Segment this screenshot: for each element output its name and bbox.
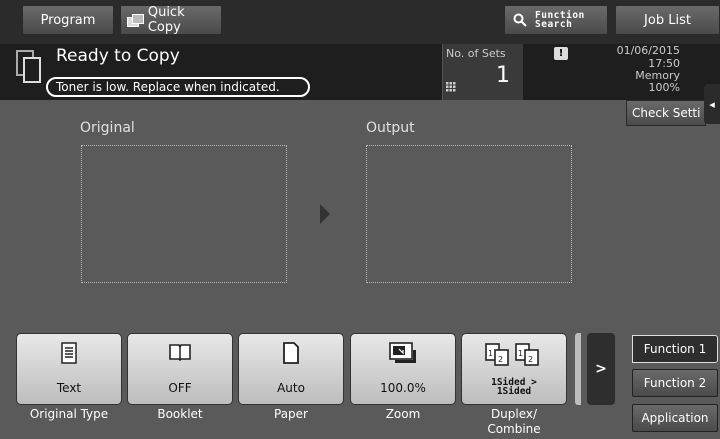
side-panel-tab[interactable]: ◂ <box>704 84 720 124</box>
function-1-tab[interactable]: Function 1 <box>632 335 718 363</box>
status-title: Ready to Copy <box>56 46 180 66</box>
svg-text:2: 2 <box>528 355 533 364</box>
function-search-button[interactable]: Function Search <box>504 5 608 35</box>
program-button[interactable]: Program <box>22 5 114 35</box>
original-type-key[interactable]: Text <box>16 333 122 405</box>
original-preview <box>81 145 287 283</box>
sets-value: 1 <box>496 63 510 88</box>
copy-icon <box>127 14 144 27</box>
collapse-arrow-icon: ◂ <box>709 97 715 111</box>
application-tab[interactable]: Application <box>632 404 718 432</box>
duplex-icon: 2 1 2 1 <box>485 343 539 366</box>
next-keys-button[interactable]: > <box>587 333 615 405</box>
check-settings-button[interactable]: Check Setti <box>626 100 706 126</box>
paper-label: Paper <box>274 407 308 421</box>
partial-function-key[interactable] <box>575 333 581 405</box>
chevron-right-icon: > <box>595 361 607 377</box>
date-display: 01/06/2015 <box>616 44 680 57</box>
document-text-icon <box>61 342 77 364</box>
duplex-combine-key[interactable]: 2 1 2 1 1Sided > 1Sided <box>461 333 567 405</box>
keypad-icon <box>446 82 456 92</box>
toner-warning-message: Toner is low. Replace when indicated. <box>46 77 310 97</box>
original-label: Original <box>80 120 135 136</box>
function-2-tab[interactable]: Function 2 <box>632 369 718 397</box>
zoom-icon <box>389 342 416 363</box>
svg-text:1: 1 <box>518 349 523 358</box>
quick-copy-button[interactable]: Quick Copy <box>120 5 222 35</box>
booklet-icon <box>169 344 191 362</box>
arrow-right-icon <box>320 204 330 224</box>
booklet-label: Booklet <box>157 407 203 421</box>
duplex-combine-label: Duplex/ Combine <box>487 407 541 436</box>
search-icon <box>513 13 527 27</box>
sets-label: No. of Sets <box>446 47 506 60</box>
output-preview <box>366 145 572 283</box>
document-copy-icon <box>16 50 41 83</box>
zoom-key[interactable]: 100.0% <box>350 333 456 405</box>
svg-text:1: 1 <box>488 349 493 358</box>
svg-text:2: 2 <box>498 355 503 364</box>
job-list-button[interactable]: Job List <box>615 5 720 35</box>
paper-key[interactable]: Auto <box>238 333 344 405</box>
memory-value: 100% <box>648 81 680 94</box>
alert-icon[interactable]: ! <box>554 47 568 60</box>
paper-icon <box>283 342 299 364</box>
booklet-key[interactable]: OFF <box>127 333 233 405</box>
output-label: Output <box>366 120 415 136</box>
original-type-label: Original Type <box>29 407 109 421</box>
zoom-label: Zoom <box>385 407 421 421</box>
